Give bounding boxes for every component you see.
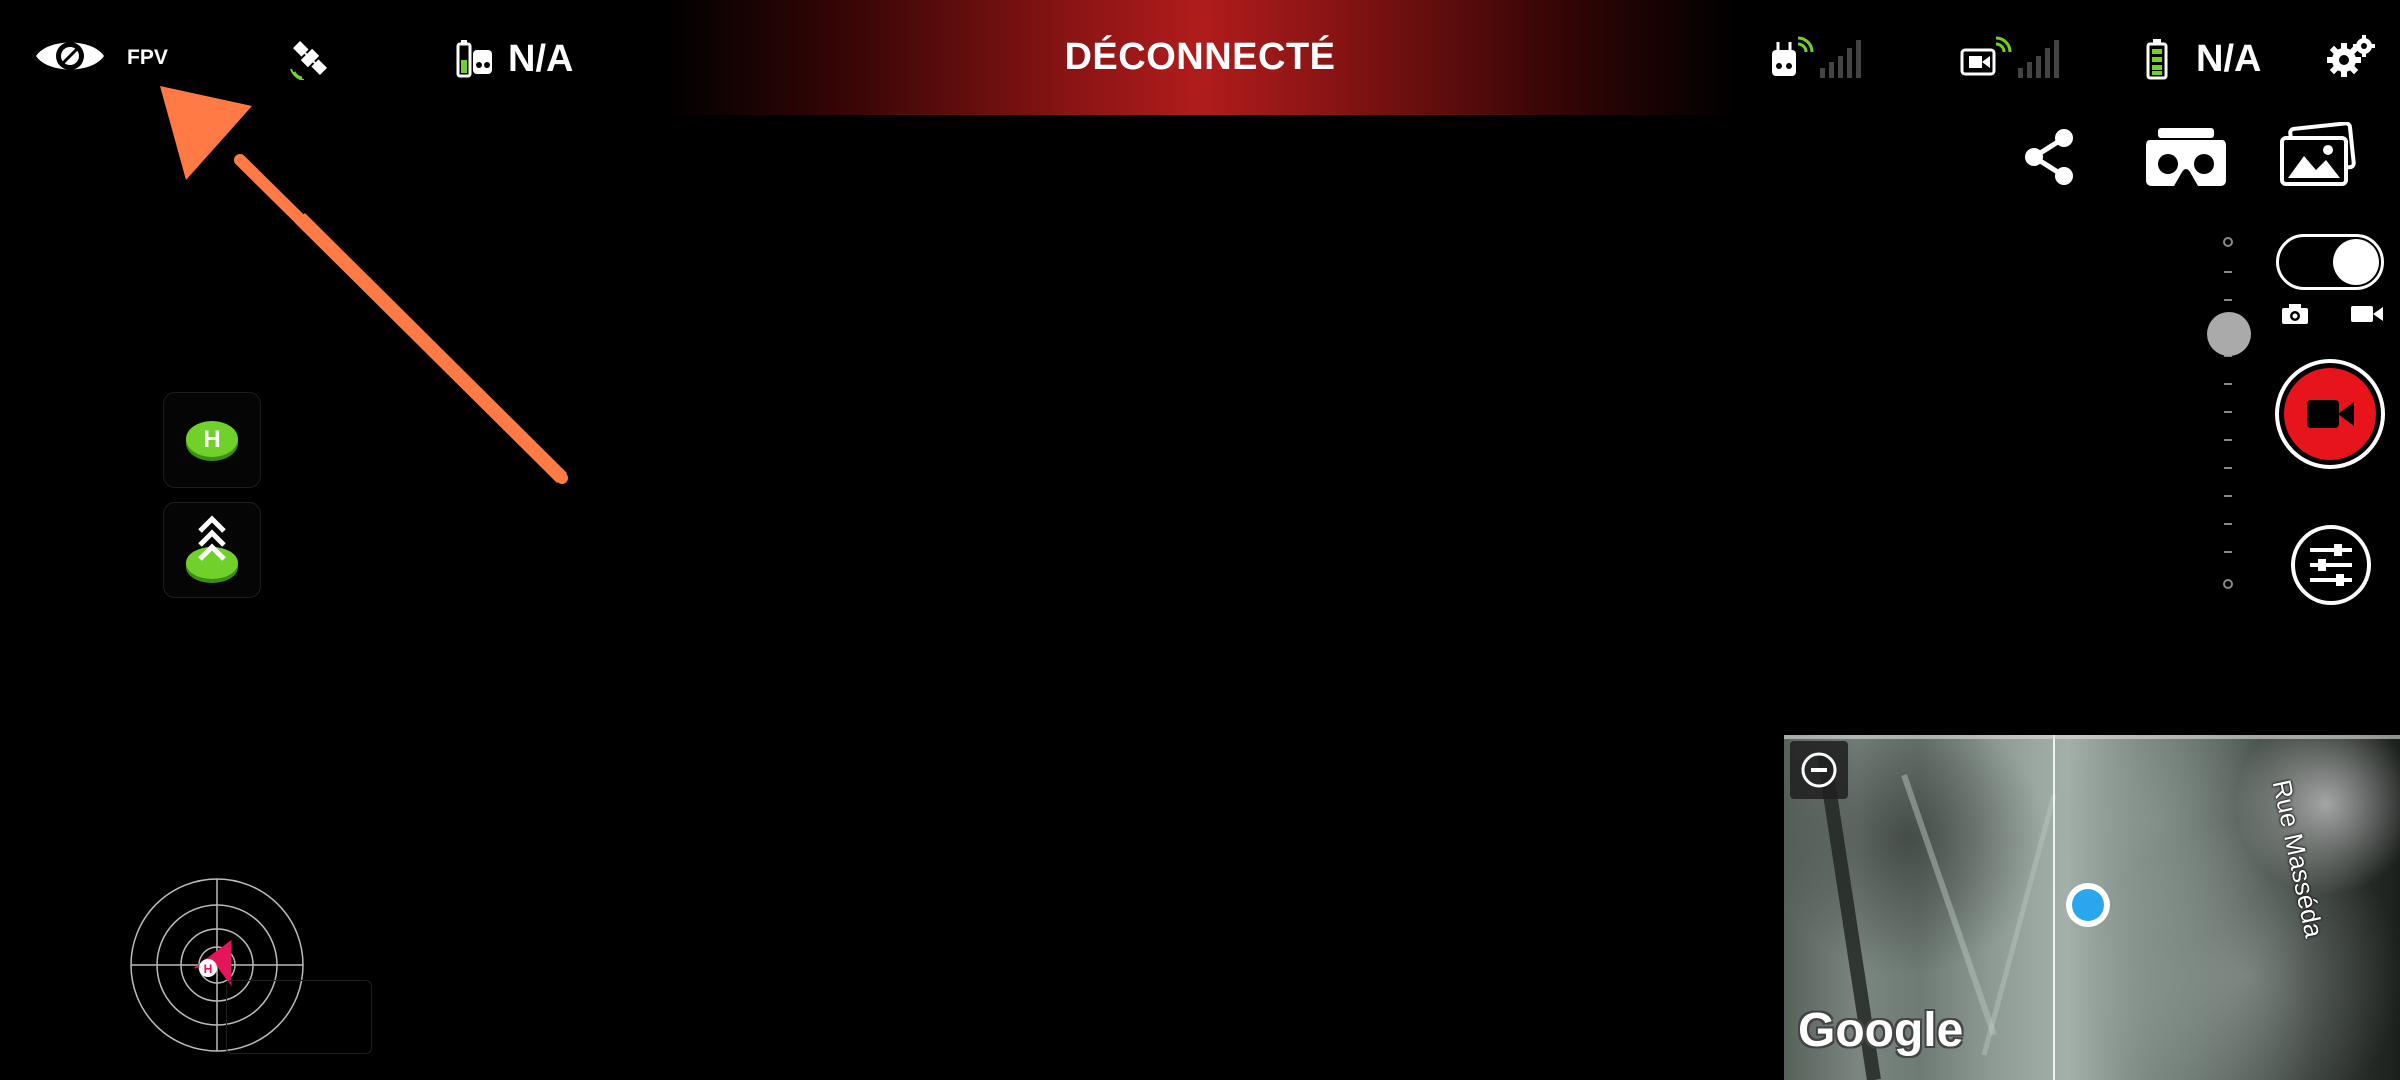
record-video-icon[interactable] [2274, 358, 2386, 470]
mini-map[interactable]: Rue Masséda Google [1784, 735, 2400, 1080]
minus-icon [1801, 752, 1837, 788]
takeoff-icon [186, 515, 238, 583]
google-attribution-logo: Google [1798, 1004, 1964, 1057]
battery-icon [2146, 38, 2168, 80]
camera-icon [2280, 302, 2310, 326]
share-icon[interactable] [2022, 126, 2078, 188]
svg-text:H: H [204, 962, 213, 976]
gears-icon[interactable] [2326, 34, 2376, 82]
eye-icon[interactable] [34, 32, 106, 80]
gimbal-slider-thumb[interactable] [2207, 312, 2251, 356]
satellite-icon[interactable] [288, 36, 332, 81]
photo-video-toggle[interactable] [2276, 234, 2384, 290]
current-location-marker [2066, 883, 2110, 927]
remote-battery-value: N/A [508, 38, 574, 80]
gallery-icon[interactable] [2280, 121, 2356, 188]
remote-battery-icon [456, 38, 494, 80]
home-point-button[interactable]: H [163, 392, 261, 488]
rc-signal-icon[interactable] [1770, 36, 1866, 80]
vr-headset-icon[interactable] [2146, 126, 2226, 188]
toggle-knob [2333, 239, 2379, 285]
video-signal-icon[interactable] [1960, 36, 2064, 80]
connection-status-text: DÉCONNECTÉ [1064, 36, 1336, 78]
svg-text:H: H [203, 426, 220, 453]
sliders-icon[interactable] [2290, 524, 2372, 606]
gimbal-slider[interactable] [2222, 236, 2234, 592]
fpv-label[interactable]: FPV [127, 46, 168, 70]
drone-battery-value: N/A [2196, 38, 2262, 80]
takeoff-button[interactable] [163, 502, 261, 598]
video-icon [2350, 304, 2384, 324]
telemetry-box [226, 980, 372, 1054]
map-zoom-out-button[interactable] [1790, 741, 1848, 799]
connection-status-banner: DÉCONNECTÉ [665, 0, 1735, 115]
home-point-icon: H [186, 421, 238, 461]
